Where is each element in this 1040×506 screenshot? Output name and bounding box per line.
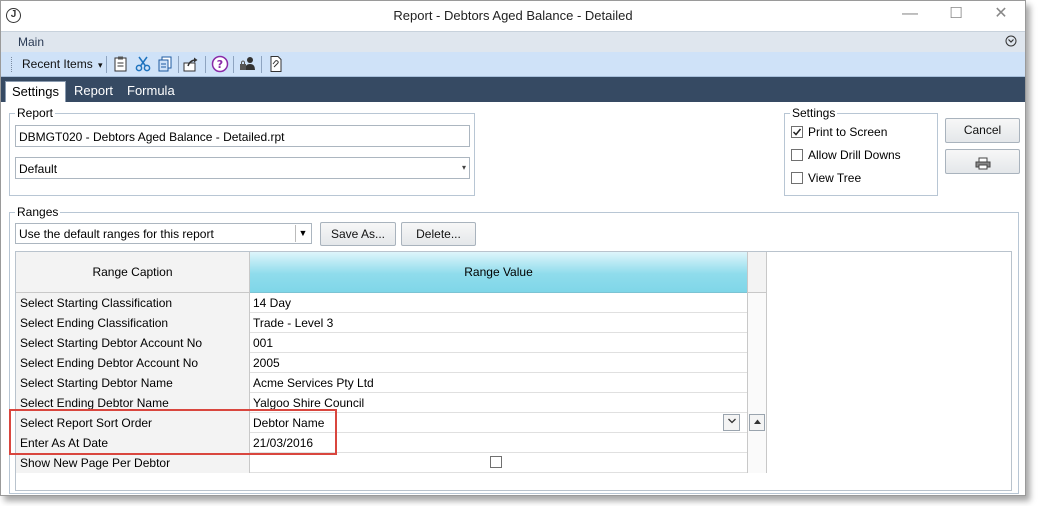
report-window: J Report - Debtors Aged Balance - Detail… [0,0,1026,496]
range-caption-cell: Select Ending Classification [16,313,250,333]
clipboard-icon[interactable] [112,55,130,73]
settings-group: Settings Print to Screen Allow Drill Dow… [784,106,938,196]
report-layout-select[interactable]: Default ▾ [15,157,470,179]
tab-formula[interactable]: Formula [121,81,181,102]
new-page-per-debtor-checkbox[interactable] [490,456,502,468]
table-row[interactable]: Select Ending Classification Trade - Lev… [16,313,767,333]
range-caption-header[interactable]: Range Caption [16,252,250,293]
print-to-screen-option[interactable]: Print to Screen [791,125,931,141]
recent-items-label: Recent Items [22,57,93,71]
range-caption-cell: Select Starting Classification [16,293,250,313]
minimize-button[interactable]: — [888,3,932,27]
range-value-cell[interactable]: Trade - Level 3 [250,313,747,333]
save-as-button[interactable]: Save As... [320,222,396,246]
collapse-chevron-icon[interactable] [1005,34,1017,48]
toolbar-separator [178,56,179,73]
cut-icon[interactable] [134,55,152,73]
range-caption-cell: Select Ending Debtor Account No [16,353,250,373]
toolbar-grip[interactable] [11,57,13,72]
window-title: Report - Debtors Aged Balance - Detailed [393,8,633,23]
row-end-cell [747,453,767,473]
range-caption-cell: Select Starting Debtor Name [16,373,250,393]
delete-button[interactable]: Delete... [401,222,476,246]
ribbon-main-label[interactable]: Main [18,35,44,49]
table-row[interactable]: Select Starting Debtor Account No 001 [16,333,767,353]
row-end-cell [747,373,767,393]
allow-drill-downs-label: Allow Drill Downs [808,148,901,162]
copy-icon[interactable] [156,55,174,73]
range-caption-cell: Show New Page Per Debtor [16,453,250,473]
range-value-cell[interactable]: 14 Day [250,293,747,313]
row-end-cell [747,353,767,373]
export-icon[interactable] [182,55,200,73]
row-end-cell [747,433,767,453]
close-button[interactable]: ✕ [979,3,1023,27]
report-group: Report DBMGT020 - Debtors Aged Balance -… [9,106,475,196]
svg-text:?: ? [217,58,223,71]
highlight-annotation [9,409,337,455]
range-value-header[interactable]: Range Value [250,252,747,293]
cancel-button[interactable]: Cancel [945,118,1020,143]
row-end-cell [747,313,767,333]
view-tree-label: View Tree [808,171,862,185]
scroll-up-icon[interactable] [749,414,765,431]
report-group-title: Report [15,106,56,120]
user-lock-icon[interactable] [238,55,256,73]
report-file-field[interactable]: DBMGT020 - Debtors Aged Balance - Detail… [15,125,470,147]
toolbar: Recent Items ▾ ? [1,52,1025,77]
print-to-screen-label: Print to Screen [808,125,888,139]
row-end-cell [747,393,767,413]
grid-header-filler [747,252,767,293]
allow-drill-downs-checkbox[interactable] [791,149,803,161]
row-end-cell [747,333,767,353]
tab-settings[interactable]: Settings [5,81,66,102]
table-row[interactable]: Select Ending Debtor Account No 2005 [16,353,767,373]
ranges-grid: Range Caption Range Value Select Startin… [15,251,1012,491]
maximize-button[interactable]: ☐ [934,3,978,27]
ribbon-main-bar: Main [1,31,1025,52]
table-row[interactable]: Select Starting Classification 14 Day [16,293,767,313]
ranges-preset-select[interactable]: Use the default ranges for this report ▼ [15,223,312,244]
dropdown-arrow-icon: ▾ [461,163,466,172]
tab-report[interactable]: Report [68,81,119,102]
toolbar-separator [106,56,107,73]
range-value-cell[interactable]: 2005 [250,353,747,373]
table-row[interactable]: Select Starting Debtor Name Acme Service… [16,373,767,393]
recent-items-dropdown[interactable]: Recent Items ▾ [22,57,103,71]
report-layout-value: Default [19,162,58,176]
view-tree-option[interactable]: View Tree [791,171,931,187]
row-end-cell [747,413,767,433]
toolbar-separator [261,56,262,73]
range-value-cell[interactable] [250,453,747,473]
print-button[interactable] [945,149,1020,174]
chevron-down-icon[interactable] [723,414,740,431]
table-row[interactable]: Show New Page Per Debtor [16,453,767,473]
toolbar-separator [233,56,234,73]
tab-bar: Settings Report Formula [1,77,1025,102]
ranges-preset-value: Use the default ranges for this report [19,227,214,241]
dropdown-arrow-icon: ▾ [98,60,103,70]
title-bar: J Report - Debtors Aged Balance - Detail… [1,1,1025,31]
ranges-group-title: Ranges [15,205,61,219]
view-tree-checkbox[interactable] [791,172,803,184]
dropdown-arrow-icon[interactable]: ▼ [295,225,310,242]
printer-icon [975,155,991,178]
toolbar-separator [205,56,206,73]
row-end-cell [747,293,767,313]
attach-icon[interactable] [267,55,285,73]
allow-drill-downs-option[interactable]: Allow Drill Downs [791,148,931,164]
print-to-screen-checkbox[interactable] [791,126,803,138]
range-value-cell[interactable]: Acme Services Pty Ltd [250,373,747,393]
range-value-cell[interactable]: 001 [250,333,747,353]
range-caption-cell: Select Starting Debtor Account No [16,333,250,353]
settings-group-title: Settings [790,106,838,120]
help-icon[interactable]: ? [211,55,229,73]
